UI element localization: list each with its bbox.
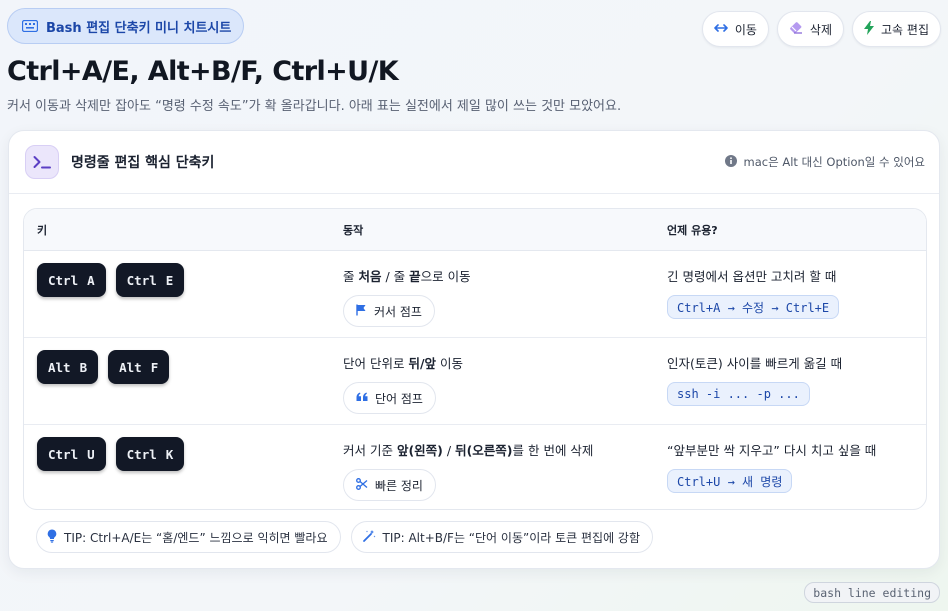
when-description: 긴 명령에서 옵션만 고치려 할 때 xyxy=(667,269,837,284)
card-note: mac은 Alt 대신 Option일 수 있어요 xyxy=(724,154,925,170)
key-ctrl-e: Ctrl E xyxy=(115,263,185,297)
keyboard-icon xyxy=(22,20,38,32)
lightning-icon xyxy=(864,20,875,38)
arrows-horizontal-icon xyxy=(714,22,728,36)
shortcut-card: 명령줄 편집 핵심 단축키 mac은 Alt 대신 Option일 수 있어요 … xyxy=(8,130,940,569)
key-alt-b: Alt B xyxy=(37,350,99,384)
action-cell: 줄 처음 / 줄 끝으로 이동 커서 점프 xyxy=(330,251,654,337)
table-row: Ctrl A Ctrl E 줄 처음 / 줄 끝으로 이동 커서 점프 긴 명령에서… xyxy=(24,251,926,338)
word-jump-chip[interactable]: 단어 점프 xyxy=(343,382,436,414)
key-ctrl-a: Ctrl A xyxy=(37,263,106,297)
eraser-icon xyxy=(789,21,803,37)
header-when: 언제 유용? xyxy=(667,223,718,237)
scissors-icon xyxy=(356,477,368,493)
action-description: 단어 단위로 뒤/앞 이동 xyxy=(343,356,464,371)
fast-edit-button[interactable]: 고속 편집 xyxy=(852,11,941,47)
code-example: Ctrl+U → 새 명령 xyxy=(667,469,793,493)
quick-cleanup-chip[interactable]: 빠른 정리 xyxy=(343,469,436,501)
key-cell: Alt B Alt F xyxy=(24,338,330,424)
fast-edit-button-label: 고속 편집 xyxy=(881,22,929,37)
shortcut-table: 키 동작 언제 유용? Ctrl A Ctrl E 줄 처음 / 줄 끝으로 이동 … xyxy=(23,208,927,510)
move-button[interactable]: 이동 xyxy=(701,11,769,47)
card-note-text: mac은 Alt 대신 Option일 수 있어요 xyxy=(743,155,925,169)
footer-tag: bash line editing xyxy=(804,582,940,603)
when-cell: 인자(토큰) 사이를 빠르게 옮길 때 ssh -i ... -p ... xyxy=(654,338,926,424)
quote-icon xyxy=(356,391,368,405)
tips-row: TIP: Ctrl+A/E는 “홈/엔드” 느낌으로 익히면 빨라요 TIP: … xyxy=(36,521,654,553)
key-cell: Ctrl A Ctrl E xyxy=(24,251,330,337)
when-cell: 긴 명령에서 옵션만 고치려 할 때 Ctrl+A → 수정 → Ctrl+E xyxy=(654,251,926,337)
when-description: 인자(토큰) 사이를 빠르게 옮길 때 xyxy=(667,356,843,371)
action-cell: 커서 기준 앞(왼쪽) / 뒤(오른쪽)를 한 번에 삭제 빠른 정리 xyxy=(330,425,654,509)
action-description: 줄 처음 / 줄 끝으로 이동 xyxy=(343,269,471,284)
top-badge: Bash 편집 단축키 미니 치트시트 xyxy=(7,8,245,44)
key-cell: Ctrl U Ctrl K xyxy=(24,425,330,509)
flag-icon xyxy=(356,304,367,319)
header-action: 동작 xyxy=(343,223,364,237)
key-ctrl-k: Ctrl K xyxy=(115,437,185,471)
code-example: Ctrl+A → 수정 → Ctrl+E xyxy=(667,295,840,319)
action-description: 커서 기준 앞(왼쪽) / 뒤(오른쪽)를 한 번에 삭제 xyxy=(343,443,594,458)
magic-wand-icon xyxy=(362,529,376,546)
delete-button[interactable]: 삭제 xyxy=(776,11,845,47)
key-alt-f: Alt F xyxy=(108,350,170,384)
terminal-icon xyxy=(25,145,59,179)
move-button-label: 이동 xyxy=(734,22,757,37)
top-badge-label: Bash 편집 단축키 미니 치트시트 xyxy=(46,20,232,36)
when-description: “앞부분만 싹 지우고” 다시 치고 싶을 때 xyxy=(667,443,877,458)
lightbulb-icon xyxy=(47,529,57,546)
action-cell: 단어 단위로 뒤/앞 이동 단어 점프 xyxy=(330,338,654,424)
table-header: 키 동작 언제 유용? xyxy=(24,209,926,251)
page-title: Ctrl+A/E, Alt+B/F, Ctrl+U/K xyxy=(7,56,399,87)
tip-chip: TIP: Alt+B/F는 “단어 이동”이라 토큰 편집에 강함 xyxy=(350,521,654,553)
table-row: Ctrl U Ctrl K 커서 기준 앞(왼쪽) / 뒤(오른쪽)를 한 번에 삭… xyxy=(24,425,926,509)
action-bar: 이동 삭제 고속 편집 xyxy=(701,11,941,47)
tip-chip: TIP: Ctrl+A/E는 “홈/엔드” 느낌으로 익히면 빨라요 xyxy=(36,521,341,553)
cursor-jump-chip[interactable]: 커서 점프 xyxy=(343,295,435,327)
when-cell: “앞부분만 싹 지우고” 다시 치고 싶을 때 Ctrl+U → 새 명령 xyxy=(654,425,926,509)
header-key: 키 xyxy=(37,223,48,237)
card-header: 명령줄 편집 핵심 단축키 mac은 Alt 대신 Option일 수 있어요 xyxy=(9,131,939,194)
key-ctrl-u: Ctrl U xyxy=(37,437,106,471)
delete-button-label: 삭제 xyxy=(809,22,833,37)
table-row: Alt B Alt F 단어 단위로 뒤/앞 이동 단어 점프 인자(토큰) 사이를… xyxy=(24,338,926,425)
info-icon xyxy=(724,154,737,170)
code-example: ssh -i ... -p ... xyxy=(667,382,810,406)
page-subtitle: 커서 이동과 삭제만 잡아도 “명령 수정 속도”가 확 올라갑니다. 아래 표… xyxy=(7,99,622,114)
card-title: 명령줄 편집 핵심 단축키 xyxy=(71,155,215,171)
